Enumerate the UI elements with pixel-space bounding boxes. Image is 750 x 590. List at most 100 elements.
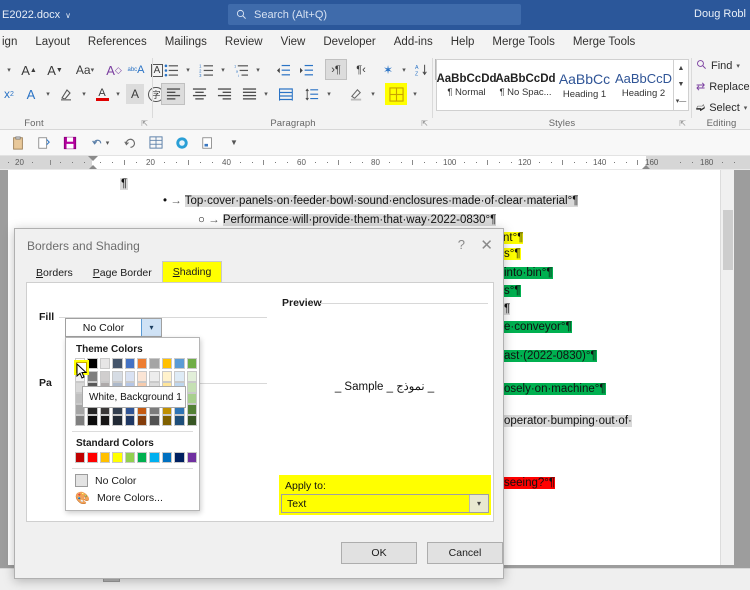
standard-color-swatch-5[interactable] xyxy=(137,452,147,463)
select-chevron-icon[interactable]: ▾ xyxy=(744,104,748,112)
theme-colors-top-row[interactable] xyxy=(75,358,199,369)
font-dialog-launcher[interactable]: ⇱ xyxy=(141,119,148,128)
tab-merge-tools-2[interactable]: Merge Tools xyxy=(564,33,644,51)
tab-help[interactable]: Help xyxy=(442,33,484,51)
justify-icon[interactable] xyxy=(238,84,260,104)
style-no-spacing[interactable]: AaBbCcDd ¶ No Spac... xyxy=(496,60,555,110)
theme-variant-swatch-4-6[interactable] xyxy=(149,415,159,426)
theme-color-swatch-4[interactable] xyxy=(125,358,135,369)
scroll-up-icon[interactable]: ▲ xyxy=(678,65,685,72)
document-text-fragment[interactable]: into·bin°¶ xyxy=(504,267,553,279)
find-button[interactable]: Find ▾ xyxy=(696,59,740,73)
standard-color-swatch-0[interactable] xyxy=(75,452,85,463)
theme-variant-swatch-0-4[interactable] xyxy=(125,371,135,382)
theme-variant-swatch-4-1[interactable] xyxy=(87,415,97,426)
open-icon[interactable] xyxy=(200,135,216,151)
style-normal[interactable]: AaBbCcDd ¶ Normal xyxy=(437,60,496,110)
shading-chevron-icon[interactable]: ▾ xyxy=(367,84,379,104)
search-input[interactable]: Search (Alt+Q) xyxy=(228,4,521,25)
increase-indent-icon[interactable] xyxy=(296,60,316,80)
tab-review[interactable]: Review xyxy=(216,33,272,51)
record-icon[interactable] xyxy=(174,135,190,151)
styles-more-icon[interactable]: ▾— xyxy=(676,97,687,105)
chevron-down-icon[interactable]: ∨ xyxy=(65,11,71,20)
sort-icon[interactable]: AZ xyxy=(411,60,433,80)
document-name[interactable]: E2022.docx xyxy=(2,9,60,21)
theme-variant-swatch-3-9[interactable] xyxy=(187,404,197,415)
tab-view[interactable]: View xyxy=(272,33,315,51)
standard-color-swatch-3[interactable] xyxy=(112,452,122,463)
document-text-fragment[interactable]: s°¶ xyxy=(504,248,521,260)
preview-panel[interactable]: _ Sample _ نموذج _ xyxy=(282,311,487,471)
align-left-icon[interactable] xyxy=(161,83,185,105)
vertical-scrollbar[interactable] xyxy=(720,170,734,565)
ltr-text-direction-icon[interactable]: ›¶ xyxy=(325,59,347,80)
tab-borders[interactable]: Borders xyxy=(26,263,83,283)
chevron-down-icon[interactable]: ▾ xyxy=(469,495,488,512)
theme-color-swatch-3[interactable] xyxy=(112,358,122,369)
standard-color-swatch-8[interactable] xyxy=(174,452,184,463)
redo-icon[interactable] xyxy=(122,135,138,151)
styles-gallery[interactable]: AaBbCcDd ¶ Normal AaBbCcDd ¶ No Spac... … xyxy=(436,59,674,111)
line-spacing-chevron-icon[interactable]: ▾ xyxy=(323,84,335,104)
text-highlight-chevron-icon[interactable]: ▾ xyxy=(78,84,90,104)
asian-layout-chevron-icon[interactable]: ▾ xyxy=(398,60,410,80)
theme-variant-swatch-4-8[interactable] xyxy=(174,415,184,426)
close-icon[interactable]: ✕ xyxy=(480,236,493,254)
borders-and-shading-dialog[interactable]: Borders and Shading ? ✕ Borders Page Bor… xyxy=(14,228,504,579)
phonetic-guide-icon[interactable]: abcA xyxy=(126,60,146,80)
chevron-down-icon[interactable]: ▾ xyxy=(141,319,161,336)
tab-shading[interactable]: Shading xyxy=(162,261,223,283)
change-case-icon[interactable]: Aa▾ xyxy=(70,60,100,80)
font-color-icon[interactable]: A xyxy=(92,84,112,104)
customize-qat-icon[interactable]: ▼ xyxy=(226,135,242,151)
rtl-text-direction-icon[interactable]: ¶‹ xyxy=(350,60,372,80)
standard-color-swatch-7[interactable] xyxy=(162,452,172,463)
tab-merge-tools-1[interactable]: Merge Tools xyxy=(483,33,563,51)
align-right-icon[interactable] xyxy=(213,84,235,104)
clear-formatting-icon[interactable]: A◇ xyxy=(104,60,124,80)
cancel-button[interactable]: Cancel xyxy=(427,542,503,564)
text-effects-chevron-icon[interactable]: ▾ xyxy=(42,84,54,104)
borders-chevron-icon[interactable]: ▾ xyxy=(409,84,421,104)
theme-color-swatch-7[interactable] xyxy=(162,358,172,369)
find-chevron-icon[interactable]: ▾ xyxy=(736,62,740,70)
list-item[interactable]: • → Top·cover·panels·on·feeder·bowl·soun… xyxy=(163,195,578,207)
theme-color-swatch-2[interactable] xyxy=(100,358,110,369)
bullets-icon[interactable] xyxy=(161,60,181,80)
no-color-option[interactable]: No Color xyxy=(75,474,199,487)
theme-variant-swatch-0-6[interactable] xyxy=(149,371,159,382)
font-size-dropdown-icon[interactable]: ▾ xyxy=(2,60,16,80)
theme-variant-swatch-0-5[interactable] xyxy=(137,371,147,382)
numbering-chevron-icon[interactable]: ▾ xyxy=(217,60,229,80)
tab-references[interactable]: References xyxy=(79,33,156,51)
document-text-fragment[interactable]: operator·bumping·out·of· xyxy=(504,415,632,427)
theme-variant-swatch-4-4[interactable] xyxy=(125,415,135,426)
character-shading-icon[interactable]: A xyxy=(126,84,144,104)
theme-variant-swatch-0-8[interactable] xyxy=(174,371,184,382)
styles-dialog-launcher[interactable]: ⇱ xyxy=(679,119,686,128)
standard-colors-row[interactable] xyxy=(75,452,199,463)
numbering-icon[interactable]: 123 xyxy=(196,60,216,80)
standard-color-swatch-6[interactable] xyxy=(149,452,159,463)
help-icon[interactable]: ? xyxy=(458,237,465,252)
standard-color-swatch-2[interactable] xyxy=(100,452,110,463)
save-icon[interactable] xyxy=(62,135,78,151)
styles-gallery-scrollbar[interactable]: ▲ ▼ ▾— xyxy=(674,59,689,111)
document-text-fragment[interactable]: s°¶ xyxy=(504,285,521,297)
theme-variant-swatch-1-9[interactable] xyxy=(187,382,197,393)
theme-variant-swatch-0-3[interactable] xyxy=(112,371,122,382)
multilevel-list-chevron-icon[interactable]: ▾ xyxy=(252,60,264,80)
shrink-font-icon[interactable]: A▼ xyxy=(44,60,66,80)
scrollbar-thumb[interactable] xyxy=(723,210,733,270)
shading-icon[interactable] xyxy=(345,84,367,104)
tab-developer[interactable]: Developer xyxy=(314,33,384,51)
paragraph-dialog-launcher[interactable]: ⇱ xyxy=(421,119,428,128)
borders-icon[interactable] xyxy=(385,83,407,105)
theme-variant-row-0[interactable] xyxy=(75,371,199,382)
theme-variant-swatch-4-7[interactable] xyxy=(162,415,172,426)
center-icon[interactable] xyxy=(188,84,210,104)
superscript-icon[interactable]: x2 xyxy=(2,84,16,104)
first-line-indent-marker[interactable] xyxy=(88,156,98,161)
style-heading-1[interactable]: AaBbCc Heading 1 xyxy=(555,60,614,110)
